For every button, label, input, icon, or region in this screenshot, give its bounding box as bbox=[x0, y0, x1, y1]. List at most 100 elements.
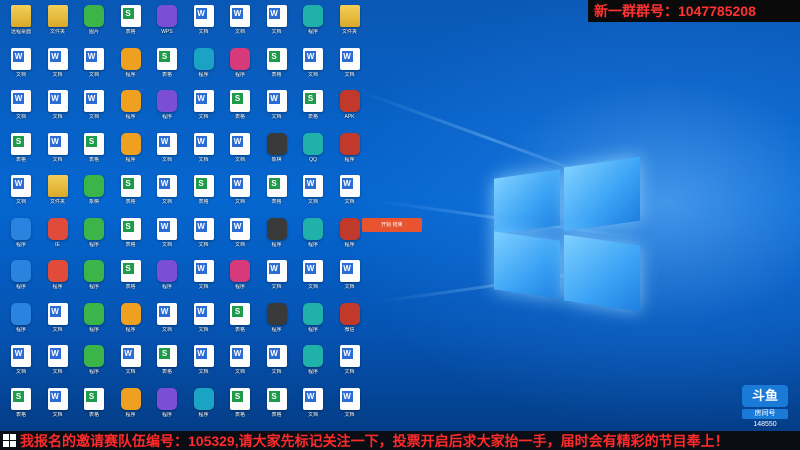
desktop-icon[interactable]: 文档 bbox=[331, 45, 369, 87]
desktop-icon[interactable]: 表格 bbox=[75, 130, 113, 172]
desktop-icon[interactable]: 程序 bbox=[185, 45, 223, 87]
desktop-icon[interactable]: 文档 bbox=[258, 2, 296, 44]
desktop-icon[interactable]: 表格 bbox=[2, 385, 40, 427]
desktop-icon[interactable]: 文档 bbox=[148, 172, 186, 214]
desktop-icon[interactable]: 文档 bbox=[185, 2, 223, 44]
desktop-icon[interactable]: 程序 bbox=[294, 342, 332, 384]
desktop-icon[interactable]: 文件夹 bbox=[39, 172, 77, 214]
desktop-icon[interactable]: 程序 bbox=[148, 257, 186, 299]
desktop-icon[interactable]: 文档 bbox=[112, 342, 150, 384]
desktop-icon[interactable]: QQ bbox=[294, 130, 332, 172]
desktop-icon[interactable]: 程序 bbox=[75, 300, 113, 342]
desktop-icon[interactable]: 程序 bbox=[258, 300, 296, 342]
desktop-icon[interactable]: 文档 bbox=[221, 2, 259, 44]
desktop-icon[interactable]: 程序 bbox=[185, 385, 223, 427]
desktop[interactable]: 远程桌面文件夹图片表格WPS文档文档文档程序文件夹文档文档文档程序表格程序程序表… bbox=[0, 0, 800, 450]
desktop-icon[interactable]: 象棋 bbox=[258, 130, 296, 172]
desktop-icon[interactable]: 文件夹 bbox=[39, 2, 77, 44]
desktop-icon[interactable]: 图片 bbox=[75, 2, 113, 44]
desktop-icon[interactable]: 表格 bbox=[221, 385, 259, 427]
desktop-icon[interactable]: 文档 bbox=[331, 257, 369, 299]
desktop-icon[interactable]: 程序 bbox=[112, 130, 150, 172]
desktop-icon[interactable]: 文档 bbox=[294, 385, 332, 427]
desktop-icon[interactable]: 程序 bbox=[75, 215, 113, 257]
desktop-icon[interactable]: 表格 bbox=[258, 385, 296, 427]
desktop-icon[interactable]: IE bbox=[39, 215, 77, 257]
desktop-icon[interactable]: 程序 bbox=[112, 300, 150, 342]
desktop-icon[interactable]: 文档 bbox=[185, 87, 223, 129]
desktop-icon[interactable]: 文档 bbox=[75, 87, 113, 129]
desktop-icon[interactable]: 文档 bbox=[258, 342, 296, 384]
desktop-icon[interactable]: 表格 bbox=[112, 215, 150, 257]
desktop-icon[interactable]: 程序 bbox=[294, 215, 332, 257]
desktop-icon[interactable]: 文档 bbox=[2, 172, 40, 214]
desktop-icon[interactable]: 程序 bbox=[258, 215, 296, 257]
desktop-icon[interactable]: 文档 bbox=[185, 215, 223, 257]
desktop-icon[interactable]: 微信 bbox=[331, 300, 369, 342]
desktop-icon[interactable]: 程序 bbox=[2, 257, 40, 299]
desktop-icon[interactable]: 程序 bbox=[294, 2, 332, 44]
desktop-icon[interactable]: 文档 bbox=[39, 130, 77, 172]
desktop-icon[interactable]: 文档 bbox=[331, 172, 369, 214]
start-button[interactable] bbox=[3, 434, 16, 447]
desktop-icon[interactable]: 程序 bbox=[75, 342, 113, 384]
desktop-icon[interactable]: 文档 bbox=[39, 385, 77, 427]
desktop-icon[interactable]: 文档 bbox=[148, 215, 186, 257]
desktop-icon[interactable]: 文档 bbox=[75, 45, 113, 87]
desktop-icon[interactable]: 文档 bbox=[294, 45, 332, 87]
desktop-icon[interactable]: 表格 bbox=[221, 300, 259, 342]
desktop-icon[interactable]: 文件夹 bbox=[331, 2, 369, 44]
desktop-icon[interactable]: 文档 bbox=[2, 45, 40, 87]
desktop-icon[interactable]: 文档 bbox=[39, 45, 77, 87]
desktop-icon[interactable]: 文档 bbox=[221, 130, 259, 172]
desktop-icon[interactable]: 表格 bbox=[258, 45, 296, 87]
desktop-icon[interactable]: 文档 bbox=[221, 342, 259, 384]
desktop-icon[interactable]: 象棋 bbox=[75, 172, 113, 214]
desktop-icon[interactable]: 文档 bbox=[185, 130, 223, 172]
desktop-icon[interactable]: 程序 bbox=[75, 257, 113, 299]
desktop-icon[interactable]: 文档 bbox=[221, 215, 259, 257]
desktop-icon[interactable]: 文档 bbox=[185, 257, 223, 299]
desktop-icon[interactable]: 文档 bbox=[331, 385, 369, 427]
floating-tip[interactable]: 开始 结束 bbox=[362, 218, 422, 232]
desktop-icon[interactable]: 表格 bbox=[148, 45, 186, 87]
desktop-icon[interactable]: 表格 bbox=[294, 87, 332, 129]
desktop-icon[interactable]: 文档 bbox=[331, 342, 369, 384]
desktop-icon[interactable]: 文档 bbox=[258, 257, 296, 299]
desktop-icon[interactable]: 程序 bbox=[2, 215, 40, 257]
desktop-icon[interactable]: 表格 bbox=[185, 172, 223, 214]
desktop-icon[interactable]: 表格 bbox=[112, 257, 150, 299]
desktop-icon[interactable]: APK bbox=[331, 87, 369, 129]
desktop-icon[interactable]: 文档 bbox=[294, 257, 332, 299]
desktop-icon[interactable]: 文档 bbox=[39, 300, 77, 342]
desktop-icon[interactable]: 文档 bbox=[185, 342, 223, 384]
desktop-icon[interactable]: 文档 bbox=[39, 342, 77, 384]
desktop-icon[interactable]: 表格 bbox=[148, 342, 186, 384]
desktop-icon[interactable]: 文档 bbox=[185, 300, 223, 342]
desktop-icon[interactable]: 程序 bbox=[148, 385, 186, 427]
desktop-icon[interactable]: 文档 bbox=[258, 87, 296, 129]
desktop-icon[interactable]: 文档 bbox=[148, 130, 186, 172]
desktop-icon[interactable]: 程序 bbox=[112, 87, 150, 129]
desktop-icon[interactable]: 远程桌面 bbox=[2, 2, 40, 44]
desktop-icon[interactable]: 文档 bbox=[294, 172, 332, 214]
desktop-icon[interactable]: 文档 bbox=[148, 300, 186, 342]
desktop-icon[interactable]: 程序 bbox=[39, 257, 77, 299]
desktop-icon[interactable]: WPS bbox=[148, 2, 186, 44]
desktop-icon[interactable]: 程序 bbox=[221, 257, 259, 299]
desktop-icon[interactable]: 程序 bbox=[221, 45, 259, 87]
desktop-icon[interactable]: 程序 bbox=[112, 385, 150, 427]
desktop-icon[interactable]: 文档 bbox=[221, 172, 259, 214]
desktop-icon[interactable]: 程序 bbox=[112, 45, 150, 87]
desktop-icon[interactable]: 表格 bbox=[221, 87, 259, 129]
desktop-icon[interactable]: 表格 bbox=[112, 172, 150, 214]
desktop-icon[interactable]: 表格 bbox=[75, 385, 113, 427]
desktop-icon[interactable]: 表格 bbox=[2, 130, 40, 172]
desktop-icon[interactable]: 程序 bbox=[148, 87, 186, 129]
desktop-icon[interactable]: 表格 bbox=[258, 172, 296, 214]
desktop-icon[interactable]: 表格 bbox=[112, 2, 150, 44]
desktop-icon[interactable]: 程序 bbox=[294, 300, 332, 342]
desktop-icon[interactable]: 程序 bbox=[2, 300, 40, 342]
desktop-icon[interactable]: 程序 bbox=[331, 130, 369, 172]
desktop-icon[interactable]: 文档 bbox=[39, 87, 77, 129]
